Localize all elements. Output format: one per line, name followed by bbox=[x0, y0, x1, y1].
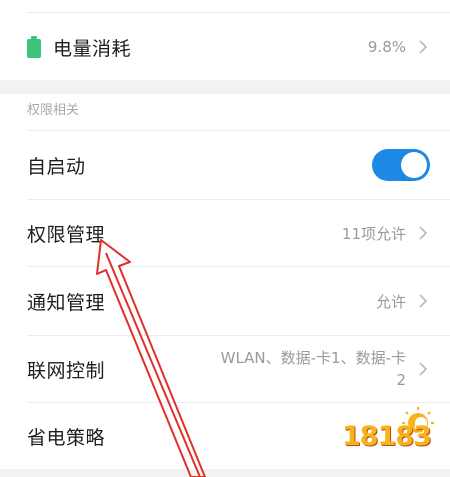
battery-consumption-row[interactable]: 电量消耗 9.8% bbox=[0, 14, 450, 80]
section-separator bbox=[0, 469, 450, 477]
network-control-label: 联网控制 bbox=[27, 359, 106, 382]
notification-management-row[interactable]: 通知管理 允许 bbox=[0, 267, 450, 335]
battery-icon bbox=[27, 36, 41, 58]
notification-management-value: 允许 bbox=[375, 292, 406, 311]
permission-management-row[interactable]: 权限管理 11项允许 bbox=[0, 200, 450, 266]
auto-start-label: 自启动 bbox=[27, 155, 86, 178]
top-divider bbox=[27, 12, 450, 13]
chevron-right-icon bbox=[419, 226, 428, 240]
permissions-section-header: 权限相关 bbox=[27, 103, 80, 118]
network-control-value: WLAN、数据-卡1、数据-卡 2 bbox=[206, 347, 406, 391]
toggle-knob bbox=[401, 152, 427, 178]
notification-management-label: 通知管理 bbox=[27, 291, 106, 314]
auto-start-toggle[interactable] bbox=[372, 149, 430, 181]
battery-consumption-value: 9.8% bbox=[367, 38, 406, 56]
permission-management-label: 权限管理 bbox=[27, 223, 106, 246]
chevron-right-icon bbox=[419, 362, 428, 376]
power-saving-strategy-label: 省电策略 bbox=[27, 426, 106, 449]
battery-consumption-label: 电量消耗 bbox=[53, 37, 132, 60]
network-control-value-line2: 2 bbox=[396, 371, 406, 389]
auto-start-row: 自启动 bbox=[0, 131, 450, 199]
watermark-logo: 18183 bbox=[342, 405, 442, 465]
network-control-value-line1: WLAN、数据-卡1、数据-卡 bbox=[220, 349, 406, 367]
chevron-right-icon bbox=[419, 294, 428, 308]
chevron-right-icon bbox=[419, 40, 428, 54]
network-control-row[interactable]: 联网控制 WLAN、数据-卡1、数据-卡 2 bbox=[0, 336, 450, 402]
permission-management-value: 11项允许 bbox=[341, 224, 406, 243]
section-separator bbox=[0, 80, 450, 94]
watermark-text: 18183 bbox=[342, 421, 432, 452]
